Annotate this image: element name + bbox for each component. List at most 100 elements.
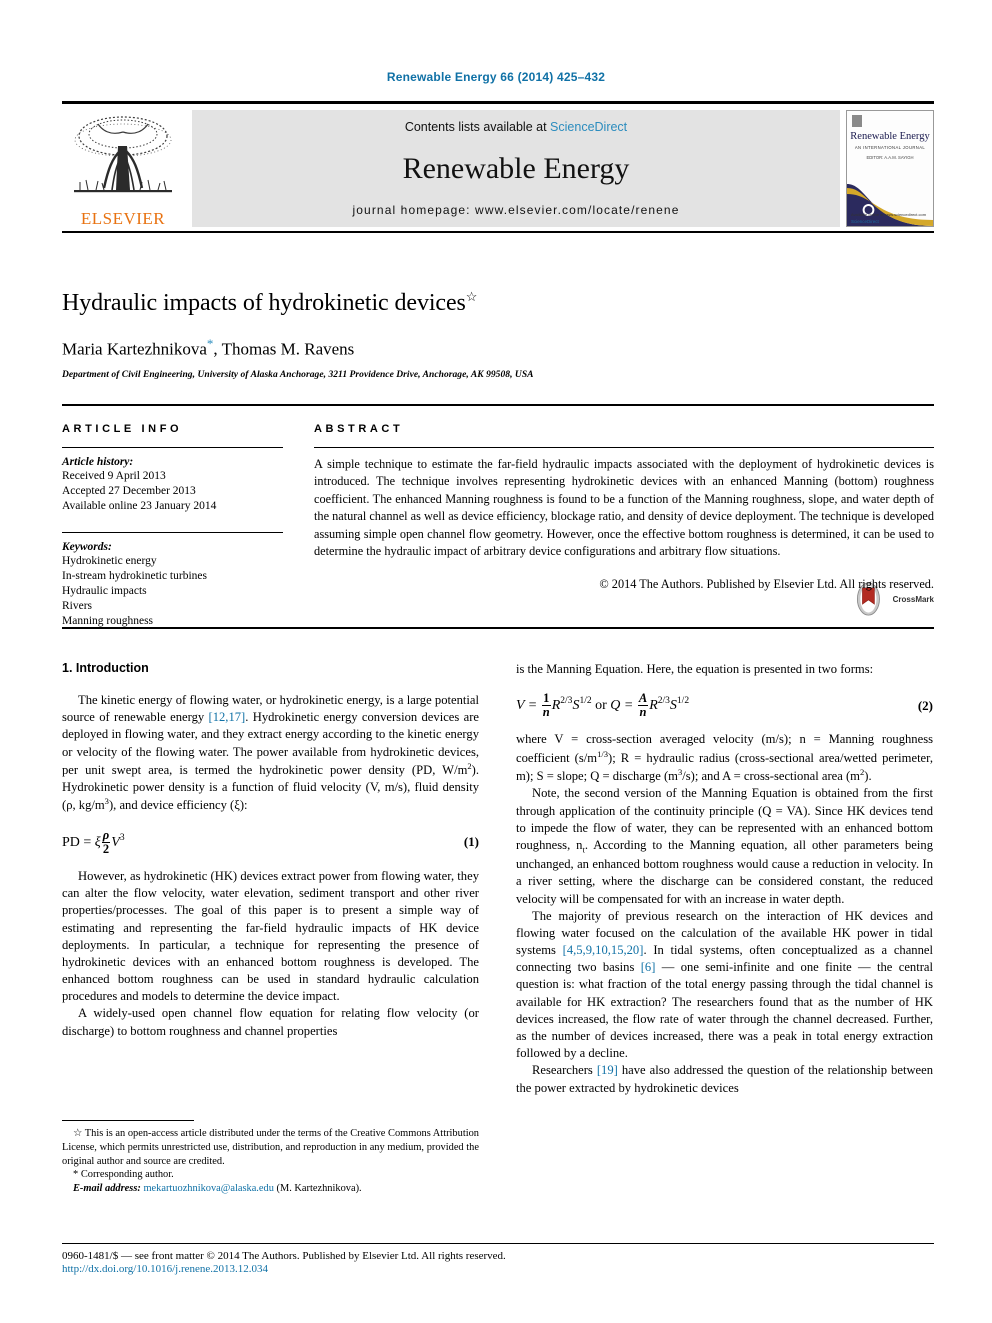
issn-copyright-line: 0960-1481/$ — see front matter © 2014 Th… [62, 1250, 506, 1262]
eq2-or: or [591, 698, 611, 714]
keywords-rule [62, 531, 283, 533]
paragraph-variable-definitions: where V = cross-section averaged velocit… [516, 731, 933, 785]
running-head: Renewable Energy 66 (2014) 425–432 [386, 70, 606, 84]
eq2-fraction-1: 1n [541, 691, 551, 720]
footnote-mark-asterisk: * [73, 1169, 79, 1181]
paragraph-intro-2: However, as hydrokinetic (HK) devices ex… [62, 868, 479, 1004]
history-received: Received 9 April 2013 [62, 470, 166, 482]
eq2-sexp-2: 1/2 [676, 696, 690, 707]
cover-corner-mark [852, 115, 862, 127]
eq2-r-1: R [551, 698, 561, 714]
abstract-heading: ABSTRACT [314, 423, 404, 435]
keyword-item: Hydrokinetic energy [62, 554, 157, 567]
eq1-xi: ξ [94, 834, 101, 850]
eq1-exponent: 3 [119, 832, 125, 843]
article-info-column: ARTICLE INFO Article history: Received 9… [62, 423, 305, 629]
footer-rule [62, 1243, 934, 1244]
abstract-rule [314, 447, 934, 448]
citation-ref[interactable]: [19] [597, 1063, 618, 1077]
eq1-lhs: PD = [62, 834, 95, 850]
sciencedirect-link[interactable]: ScienceDirect [550, 120, 627, 134]
paragraph-manning-intro: is the Manning Equation. Here, the equat… [516, 662, 874, 676]
page-footer: 0960-1481/$ — see front matter © 2014 Th… [62, 1243, 934, 1275]
citation-ref[interactable]: [4,5,9,10,15,20] [563, 943, 644, 957]
equation-1-number: (1) [463, 834, 479, 850]
elsevier-tree-icon [74, 116, 172, 193]
citation-ref[interactable]: [6] [641, 960, 656, 974]
keyword-item: In-stream hydrokinetic turbines [62, 569, 207, 582]
footnote-open-access-text: This is an open-access article distribut… [62, 1128, 479, 1167]
footnotes-block: ☆ This is an open-access article distrib… [62, 1120, 479, 1196]
info-abstract-block: ARTICLE INFO Article history: Received 9… [62, 404, 934, 629]
eq1-numerator: ρ [101, 827, 111, 843]
paragraph-intro-1: The kinetic energy of flowing water, or … [62, 692, 479, 815]
article-info-rule [62, 447, 283, 448]
body-column-right: is the Manning Equation. Here, the equat… [516, 661, 933, 1097]
history-accepted: Accepted 27 December 2013 [62, 485, 196, 498]
page-title: Hydraulic impacts of hydrokinetic device… [62, 289, 934, 318]
abstract-column: ABSTRACT A simple technique to estimate … [305, 423, 934, 629]
footnote-mark-star: ☆ [73, 1128, 83, 1139]
paper-page: Renewable Energy 66 (2014) 425–432 ELSEV… [0, 0, 992, 1323]
paragraph-researchers: Researchers [19] have also addressed the… [516, 1062, 933, 1096]
eq2-exp-2: 2/3 [657, 696, 670, 707]
eq1-fraction: ρ2 [101, 827, 111, 856]
article-info-heading: ARTICLE INFO [62, 423, 183, 435]
eq1-denominator: 2 [102, 841, 110, 856]
p5-sup-1: 1/3 [597, 748, 608, 759]
p8-part-a: Researchers [532, 1063, 597, 1078]
masthead-bottom-rule [62, 231, 934, 233]
elsevier-logo: ELSEVIER [62, 110, 184, 231]
eq2-denominator-2: n [639, 705, 647, 720]
cover-title: Renewable Energy [850, 131, 930, 142]
eq2-s-2: S [669, 698, 677, 714]
paragraph-previous-research: The majority of previous research on the… [516, 908, 933, 1063]
footnote-open-access: ☆ This is an open-access article distrib… [62, 1127, 479, 1168]
journal-homepage-line[interactable]: journal homepage: www.elsevier.com/locat… [353, 203, 680, 217]
footnote-email: E-mail address: mekartuozhnikova@alaska.… [62, 1182, 479, 1196]
cover-subtitle: AN INTERNATIONAL JOURNAL [854, 145, 926, 150]
author-rest: , Thomas M. Ravens [213, 339, 355, 359]
article-title-text: Hydraulic impacts of hydrokinetic device… [62, 290, 466, 316]
eq2-r-2: R [649, 698, 658, 714]
title-footnote-mark[interactable]: ☆ [466, 289, 478, 304]
p7-part-c: — one semi-infinite and one finite — the… [516, 960, 933, 1061]
keyword-item: Rivers [62, 600, 93, 613]
author-list: Maria Kartezhnikova*, Thomas M. Ravens [62, 336, 934, 360]
title-block: Hydraulic impacts of hydrokinetic device… [62, 289, 934, 616]
author-first: Maria Kartezhnikova [62, 339, 207, 359]
eq2-sexp-1: 1/2 [579, 696, 592, 707]
cover-footer-link: ScienceDirect [851, 219, 879, 224]
p5-part-c: /s); and A = cross-sectional area (m [682, 769, 860, 784]
footnote-rule [62, 1120, 194, 1121]
eq1-variable: V [111, 834, 120, 850]
email-link[interactable]: mekartuozhnikova@alaska.edu [143, 1183, 273, 1194]
email-label: E-mail address: [73, 1183, 141, 1195]
sciencedirect-banner: Contents lists available at ScienceDirec… [192, 110, 840, 227]
paragraph-continuity-note: Note, the second version of the Manning … [516, 785, 933, 907]
journal-masthead: ELSEVIER Contents lists available at Sci… [62, 101, 934, 231]
citation-ref[interactable]: [12,17] [209, 710, 246, 724]
contents-available-line: Contents lists available at ScienceDirec… [405, 120, 627, 134]
eq2-denominator-1: n [542, 705, 550, 720]
email-owner: (M. Kartezhnikova). [276, 1183, 362, 1195]
equation-2-number: (2) [917, 697, 933, 713]
contents-prefix: Contents lists available at [404, 120, 547, 134]
history-online: Available online 23 January 2014 [62, 500, 217, 513]
journal-cover-thumbnail: Renewable Energy AN INTERNATIONAL JOURNA… [846, 110, 934, 227]
eq2-v: V = [516, 698, 541, 714]
footnote-corresponding: * Corresponding author. [62, 1168, 479, 1182]
affiliation: Department of Civil Engineering, Univers… [62, 369, 534, 380]
doi-link[interactable]: http://dx.doi.org/10.1016/j.renene.2013.… [62, 1263, 934, 1275]
article-history-label: Article history: [62, 456, 134, 468]
paragraph-intro-3: A widely-used open channel flow equation… [62, 1006, 479, 1038]
eq2-numerator-1: 1 [541, 691, 551, 707]
keyword-item: Hydraulic impacts [62, 584, 147, 597]
eq2-numerator-2: A [637, 691, 649, 707]
abstract-text: A simple technique to estimate the far-f… [314, 457, 934, 559]
eq2-fraction-2: An [637, 691, 649, 720]
p1-part-d: ), and device efficiency (ξ): [108, 798, 248, 813]
equation-2: V = 1 n R2/3S1/2 or Q = An R2/3S1/2 (2) [516, 692, 933, 719]
equation-1: PD = ξ ρ 2 V3 (1) [62, 827, 479, 856]
